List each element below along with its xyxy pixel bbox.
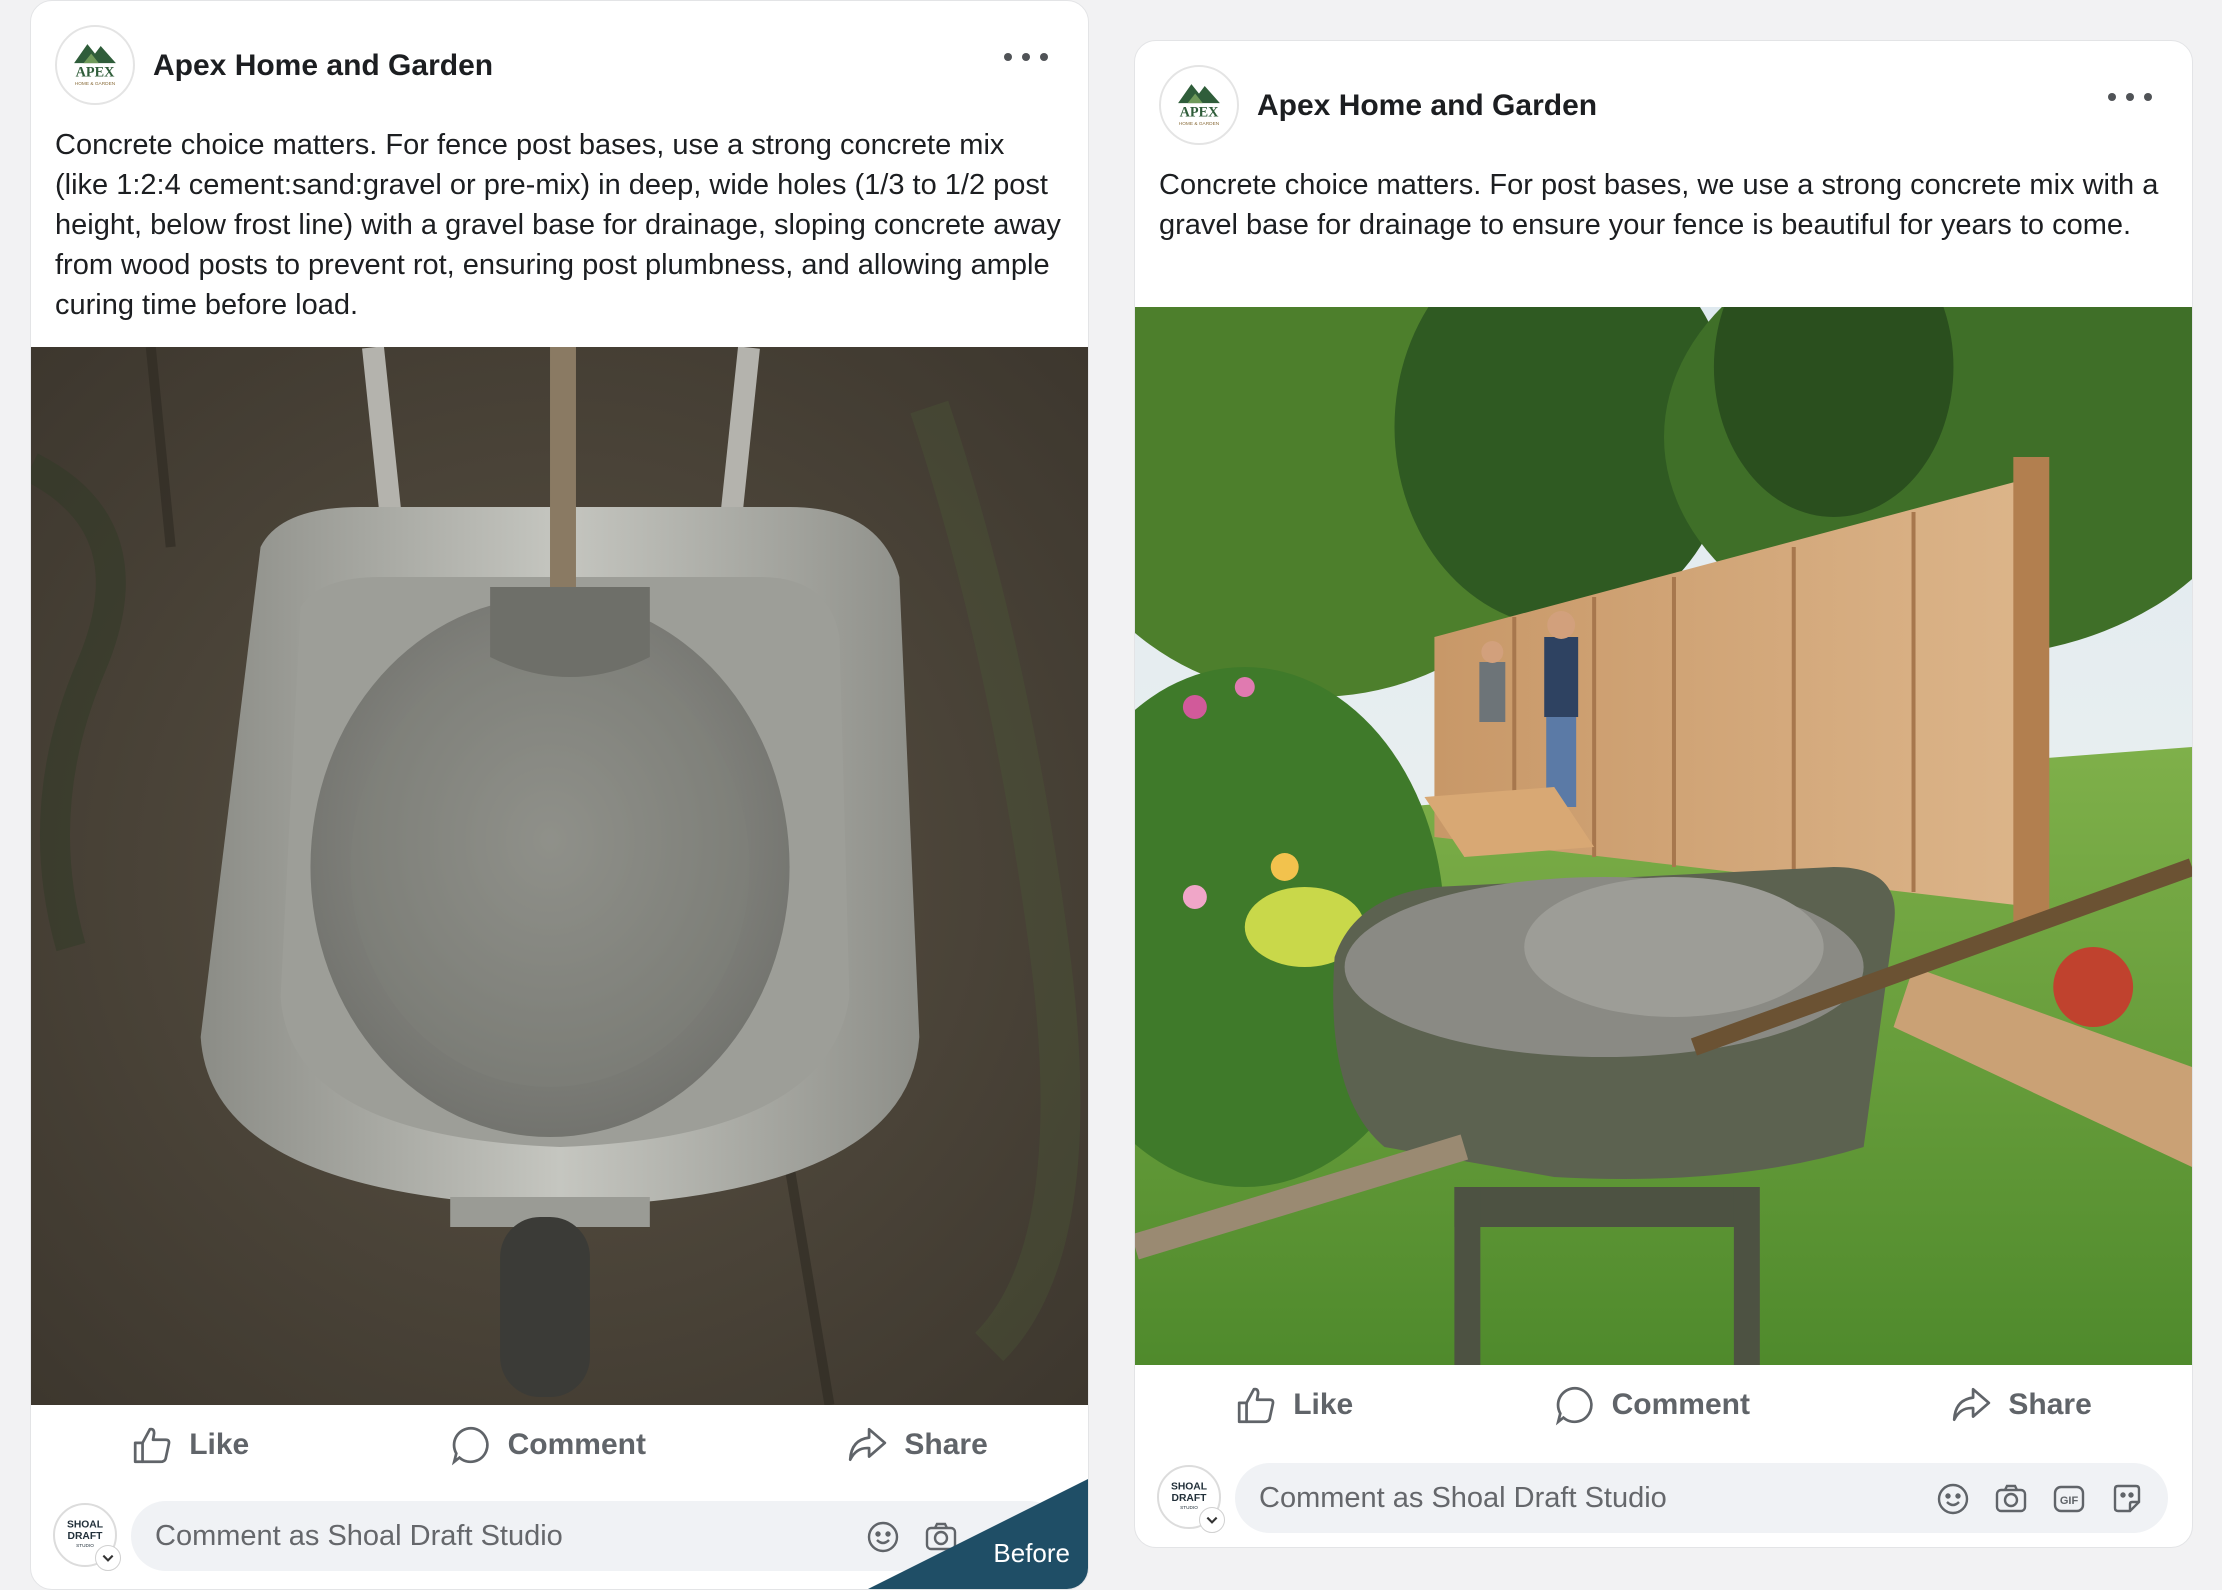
dot-icon	[2126, 93, 2134, 101]
svg-text:GIF: GIF	[2060, 1495, 2079, 1507]
comment-bubble-icon	[1555, 1386, 1593, 1426]
dot-icon	[1022, 53, 1030, 61]
page-name[interactable]: Apex Home and Garden	[153, 49, 493, 83]
apex-logo-icon: APEX HOME & GARDEN	[74, 44, 116, 87]
comment-tools: GIF	[1936, 1481, 2144, 1517]
share-label: Share	[2008, 1388, 2092, 1421]
thumbs-up-icon	[1238, 1387, 1275, 1424]
svg-text:HOME & GARDEN: HOME & GARDEN	[75, 81, 116, 87]
svg-text:SHOAL: SHOAL	[67, 1520, 103, 1531]
commenter-avatar[interactable]: SHOAL DRAFT STUDIO	[1157, 1465, 1225, 1533]
chevron-down-icon[interactable]	[1199, 1507, 1225, 1533]
like-button[interactable]: Like	[1215, 1376, 1373, 1434]
dot-icon	[1040, 53, 1048, 61]
svg-text:STUDIO: STUDIO	[76, 1543, 94, 1548]
share-button[interactable]: Share	[1930, 1376, 2111, 1434]
page-avatar[interactable]: APEX HOME & GARDEN	[55, 25, 135, 105]
dot-icon	[2108, 93, 2116, 101]
svg-text:APEX: APEX	[1180, 104, 1220, 120]
camera-icon[interactable]	[1994, 1482, 2028, 1516]
sticker-icon[interactable]	[2110, 1482, 2144, 1516]
dot-icon	[1004, 53, 1012, 61]
more-options-button[interactable]	[1004, 45, 1048, 69]
comment-tools	[866, 1519, 958, 1555]
commenter-avatar[interactable]: SHOAL DRAFT STUDIO	[53, 1503, 121, 1571]
svg-text:DRAFT: DRAFT	[68, 1531, 104, 1542]
comment-button[interactable]: Comment	[430, 1416, 666, 1474]
post-actions: Like Comment Share	[1135, 1365, 2192, 1445]
apex-logo-icon: APEX HOME & GARDEN	[1178, 84, 1220, 127]
comment-button[interactable]: Comment	[1534, 1376, 1770, 1434]
page-name[interactable]: Apex Home and Garden	[1257, 89, 1597, 123]
thumbs-up-icon	[134, 1427, 171, 1464]
gif-icon[interactable]: GIF	[2052, 1482, 2086, 1516]
emoji-icon[interactable]	[866, 1520, 900, 1554]
svg-text:APEX: APEX	[76, 64, 116, 80]
svg-text:SHOAL: SHOAL	[1171, 1482, 1207, 1493]
share-button[interactable]: Share	[826, 1416, 1007, 1474]
more-options-button[interactable]	[2108, 85, 2152, 109]
post-text: Concrete choice matters. For post bases,…	[1159, 169, 2159, 241]
svg-text:DRAFT: DRAFT	[1172, 1493, 1208, 1504]
share-arrow-icon	[1953, 1387, 1991, 1422]
like-label: Like	[189, 1428, 250, 1461]
comment-label: Comment	[1611, 1388, 1750, 1421]
like-button[interactable]: Like	[111, 1416, 269, 1474]
svg-text:HOME & GARDEN: HOME & GARDEN	[1179, 121, 1220, 127]
post-actions: Like Comment Share	[31, 1405, 1088, 1485]
post-image-fence-install[interactable]	[1135, 307, 2192, 1365]
svg-text:STUDIO: STUDIO	[1180, 1505, 1198, 1510]
chevron-down-icon[interactable]	[95, 1545, 121, 1571]
post-text: Concrete choice matters. For fence post …	[55, 129, 1061, 321]
like-label: Like	[1293, 1388, 1354, 1421]
post-card-before: APEX HOME & GARDEN Apex Home and Garden …	[30, 0, 1089, 1590]
post-card-after: APEX HOME & GARDEN Apex Home and Garden …	[1134, 40, 2193, 1548]
share-label: Share	[904, 1428, 988, 1461]
before-label: Before	[993, 1538, 1070, 1568]
comment-label: Comment	[507, 1428, 646, 1461]
page-avatar[interactable]: APEX HOME & GARDEN	[1159, 65, 1239, 145]
comment-bubble-icon	[451, 1426, 489, 1466]
dot-icon	[2144, 93, 2152, 101]
post-image-wheelbarrow-concrete[interactable]	[31, 347, 1088, 1405]
comment-row: SHOAL DRAFT STUDIO GIF	[1135, 1453, 2192, 1543]
share-arrow-icon	[849, 1427, 887, 1462]
emoji-icon[interactable]	[1936, 1482, 1970, 1516]
